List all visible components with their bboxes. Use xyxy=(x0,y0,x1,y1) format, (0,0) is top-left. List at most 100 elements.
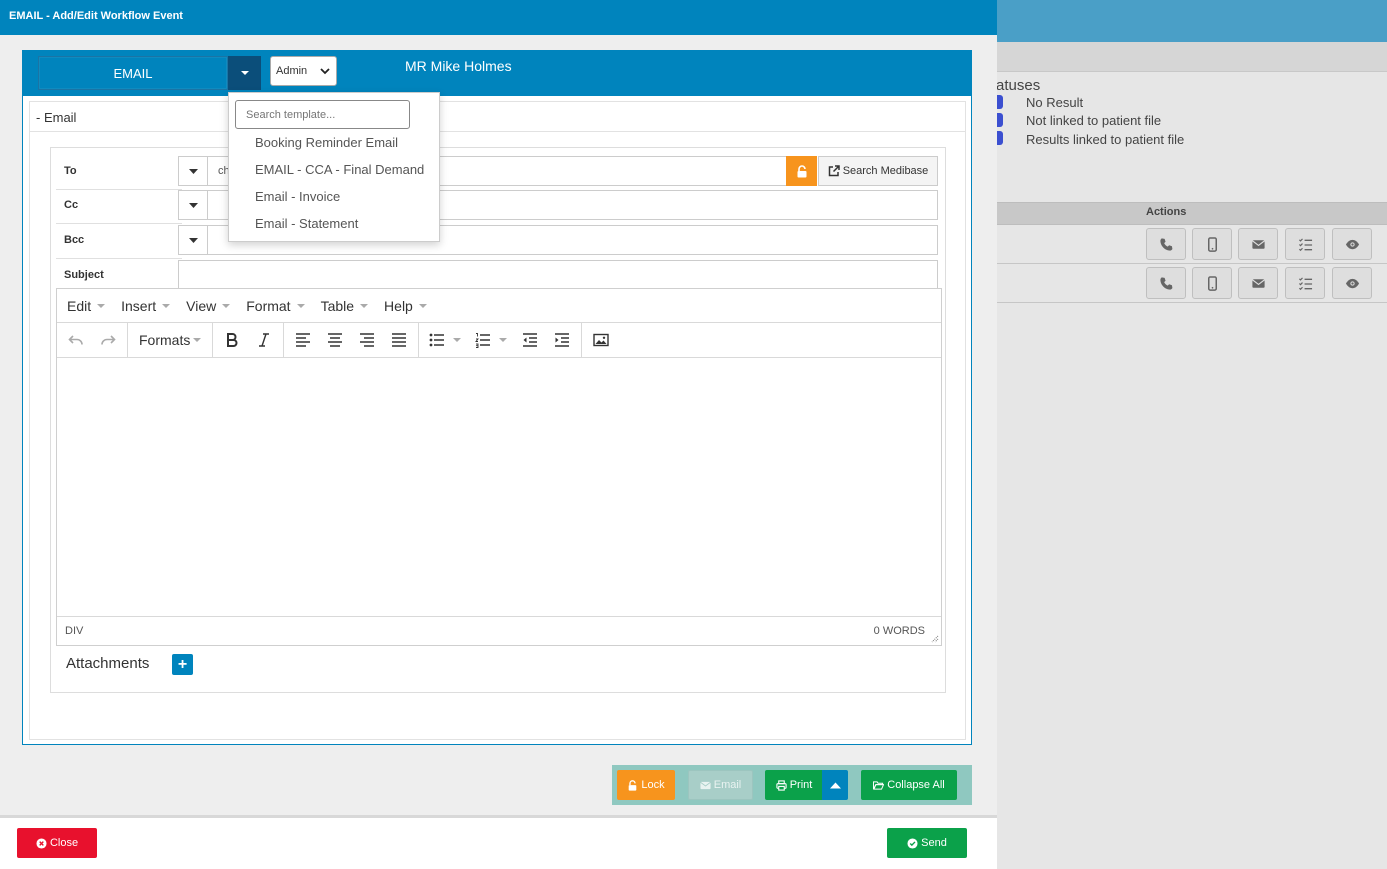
mobile-button[interactable] xyxy=(1192,228,1232,260)
view-button[interactable] xyxy=(1332,267,1372,299)
text-style-group xyxy=(213,322,285,358)
status-indicator xyxy=(996,113,1003,127)
email-action-button[interactable]: Email xyxy=(688,770,753,800)
modal-footer xyxy=(0,815,997,869)
template-option[interactable]: EMAIL - CCA - Final Demand xyxy=(255,162,424,177)
align-center-button[interactable] xyxy=(319,325,351,355)
email-section: - Email To ch Search Medibase Cc Bcc Sub… xyxy=(29,101,966,740)
search-medibase-label: Search Medibase xyxy=(842,165,929,177)
menu-table-label: Table xyxy=(320,297,355,314)
formats-label: Formats xyxy=(139,332,191,348)
checklist-icon xyxy=(1298,276,1312,290)
template-search-input[interactable] xyxy=(235,100,410,129)
menu-format-label: Format xyxy=(246,297,291,314)
menu-table[interactable]: Table xyxy=(320,297,369,314)
align-left-icon xyxy=(296,333,311,347)
user-select-value: Admin xyxy=(276,65,308,77)
menu-edit[interactable]: Edit xyxy=(67,297,106,314)
menu-view[interactable]: View xyxy=(186,298,231,314)
template-option[interactable]: Booking Reminder Email xyxy=(255,135,398,150)
unlock-button[interactable] xyxy=(786,156,817,186)
template-option[interactable]: Email - Statement xyxy=(255,216,358,231)
phone-icon xyxy=(1159,237,1172,251)
subject-input[interactable] xyxy=(178,260,938,290)
bcc-dropdown-button[interactable] xyxy=(178,225,208,255)
print-button[interactable]: Print xyxy=(765,770,823,800)
search-medibase-button[interactable]: Search Medibase xyxy=(818,156,938,186)
cc-dropdown-button[interactable] xyxy=(178,190,208,220)
editor-content-area[interactable] xyxy=(57,358,941,616)
view-button[interactable] xyxy=(1332,228,1372,260)
undo-button[interactable] xyxy=(60,325,92,355)
unlock-icon xyxy=(797,164,806,177)
align-left-button[interactable] xyxy=(287,325,319,355)
eye-icon xyxy=(1345,278,1359,288)
editor-toolbar: Formats xyxy=(57,322,941,358)
check-circle-icon xyxy=(907,837,918,849)
caret-down-icon xyxy=(418,303,427,308)
menu-edit-label: Edit xyxy=(67,297,92,314)
caret-down-icon xyxy=(222,303,231,308)
close-button[interactable]: Close xyxy=(17,828,97,858)
caret-down-icon xyxy=(453,338,462,342)
email-action-label: Email xyxy=(713,779,742,791)
bold-button[interactable] xyxy=(216,325,248,355)
print-options-toggle[interactable] xyxy=(822,770,848,800)
eye-icon xyxy=(1345,239,1359,249)
cc-row: Cc xyxy=(56,190,938,224)
menu-format[interactable]: Format xyxy=(246,297,305,314)
to-dropdown-button[interactable] xyxy=(178,156,208,186)
send-button[interactable]: Send xyxy=(887,828,967,858)
status-results-linked: Results linked to patient file xyxy=(1026,132,1185,147)
menu-help-label: Help xyxy=(384,297,413,314)
tasks-button[interactable] xyxy=(1285,228,1325,260)
tasks-button[interactable] xyxy=(1285,267,1325,299)
indent-button[interactable] xyxy=(546,325,578,355)
printer-icon xyxy=(776,779,787,791)
patient-name: MR Mike Holmes xyxy=(405,58,512,74)
user-select[interactable]: Admin xyxy=(270,56,337,86)
lock-label: Lock xyxy=(641,779,665,791)
actions-column-header: Actions xyxy=(1146,206,1187,218)
phone-button[interactable] xyxy=(1146,228,1186,260)
to-row: To ch Search Medibase xyxy=(56,156,938,190)
insert-image-button[interactable] xyxy=(585,325,617,355)
cc-label: Cc xyxy=(64,199,79,211)
event-type-dropdown-toggle[interactable] xyxy=(228,56,261,90)
email-button[interactable] xyxy=(1238,267,1278,299)
checklist-icon xyxy=(1298,237,1312,251)
undo-icon xyxy=(68,335,83,345)
menu-insert[interactable]: Insert xyxy=(121,297,171,314)
resize-handle-icon[interactable] xyxy=(931,635,939,643)
formats-dropdown[interactable]: Formats xyxy=(131,332,209,348)
menu-insert-label: Insert xyxy=(121,297,157,314)
collapse-all-button[interactable]: Collapse All xyxy=(861,770,957,800)
template-dropdown: Booking Reminder Email EMAIL - CCA - Fin… xyxy=(228,92,440,242)
align-right-button[interactable] xyxy=(351,325,383,355)
outdent-button[interactable] xyxy=(514,325,546,355)
bullet-list-button[interactable] xyxy=(422,325,468,355)
template-option[interactable]: Email - Invoice xyxy=(255,189,340,204)
align-justify-button[interactable] xyxy=(383,325,415,355)
redo-button[interactable] xyxy=(92,325,124,355)
caret-down-icon xyxy=(240,71,249,75)
italic-button[interactable] xyxy=(248,325,280,355)
status-indicator xyxy=(996,95,1003,109)
italic-icon xyxy=(259,333,270,347)
outdent-icon xyxy=(523,333,538,347)
event-type-button[interactable]: EMAIL xyxy=(38,56,228,90)
external-link-icon xyxy=(828,165,840,177)
menu-help[interactable]: Help xyxy=(384,298,427,314)
numbered-list-button[interactable] xyxy=(468,325,514,355)
email-section-toggle[interactable]: - Email xyxy=(30,102,965,132)
element-path: DIV xyxy=(65,625,84,637)
caret-down-icon xyxy=(193,338,202,342)
add-attachment-button[interactable]: + xyxy=(172,654,193,675)
lock-button[interactable]: Lock xyxy=(617,770,675,800)
email-button[interactable] xyxy=(1238,228,1278,260)
close-label: Close xyxy=(49,837,79,849)
mobile-button[interactable] xyxy=(1192,267,1232,299)
divider xyxy=(56,258,182,259)
status-no-result: No Result xyxy=(1026,95,1084,110)
phone-button[interactable] xyxy=(1146,267,1186,299)
